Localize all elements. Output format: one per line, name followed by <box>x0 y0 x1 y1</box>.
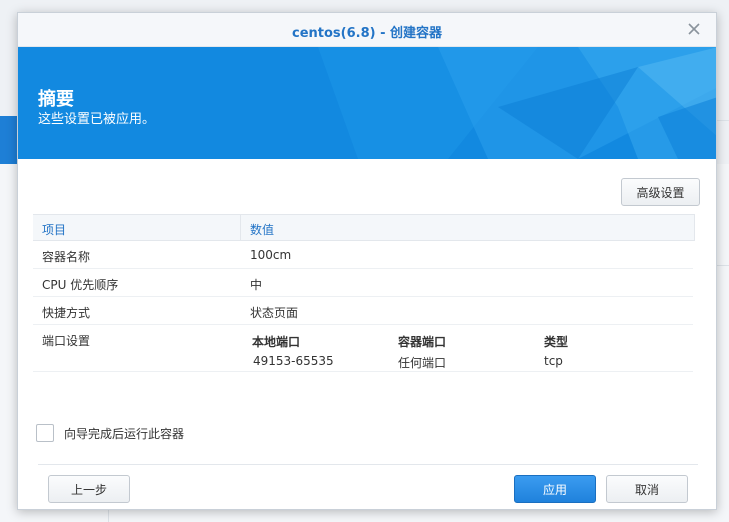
summary-table: 项目 数值 容器名称 100cm CPU 优先顺序 中 快捷方式 状态页面 端口… <box>33 214 695 372</box>
footer-divider <box>38 464 698 465</box>
row-value: 状态页面 <box>250 306 299 320</box>
row-key: 快捷方式 <box>42 306 91 320</box>
port-value-container: 任何端口 <box>398 356 447 370</box>
table-row: CPU 优先顺序 中 <box>33 269 693 297</box>
background-divider <box>716 120 729 121</box>
background-divider <box>716 265 729 266</box>
port-value-local: 49153-65535 <box>253 354 334 368</box>
column-header-value[interactable]: 数值 <box>250 221 274 238</box>
port-header-type: 类型 <box>544 335 569 349</box>
dialog-title: centos(6.8) - 创建容器 <box>291 26 443 41</box>
dialog-titlebar: centos(6.8) - 创建容器 <box>18 13 716 47</box>
cancel-button[interactable]: 取消 <box>606 475 688 503</box>
run-after-label[interactable]: 向导完成后运行此容器 <box>64 425 184 442</box>
port-header-container: 容器端口 <box>398 335 447 349</box>
summary-banner: 摘要 这些设置已被应用。 <box>18 47 716 159</box>
previous-button[interactable]: 上一步 <box>48 475 130 503</box>
port-header-local: 本地端口 <box>252 335 301 349</box>
column-header-item[interactable]: 项目 <box>42 221 66 238</box>
row-key: CPU 优先顺序 <box>42 278 119 292</box>
apply-button[interactable]: 应用 <box>514 475 596 503</box>
run-after-option: 向导完成后运行此容器 <box>36 424 184 442</box>
column-divider <box>240 215 241 241</box>
banner-subtitle: 这些设置已被应用。 <box>38 112 156 127</box>
table-row: 容器名称 100cm <box>33 241 693 269</box>
table-header: 项目 数值 <box>33 214 695 241</box>
table-row-port-settings: 端口设置 本地端口 容器端口 类型 49153-65535 任何端口 tcp <box>33 325 693 372</box>
close-icon[interactable] <box>684 19 704 39</box>
column-divider <box>694 215 695 241</box>
row-key: 容器名称 <box>42 250 91 264</box>
row-value: 中 <box>250 278 263 292</box>
port-value-type: tcp <box>544 354 563 368</box>
create-container-dialog: centos(6.8) - 创建容器 摘要 这些设置已被应用。 高级设置 项目 … <box>17 12 717 510</box>
row-key: 端口设置 <box>42 334 91 348</box>
banner-background-graphic <box>18 47 716 159</box>
advanced-settings-button[interactable]: 高级设置 <box>621 178 700 206</box>
table-row: 快捷方式 状态页面 <box>33 297 693 325</box>
run-after-checkbox[interactable] <box>36 424 54 442</box>
row-value: 100cm <box>250 248 292 262</box>
